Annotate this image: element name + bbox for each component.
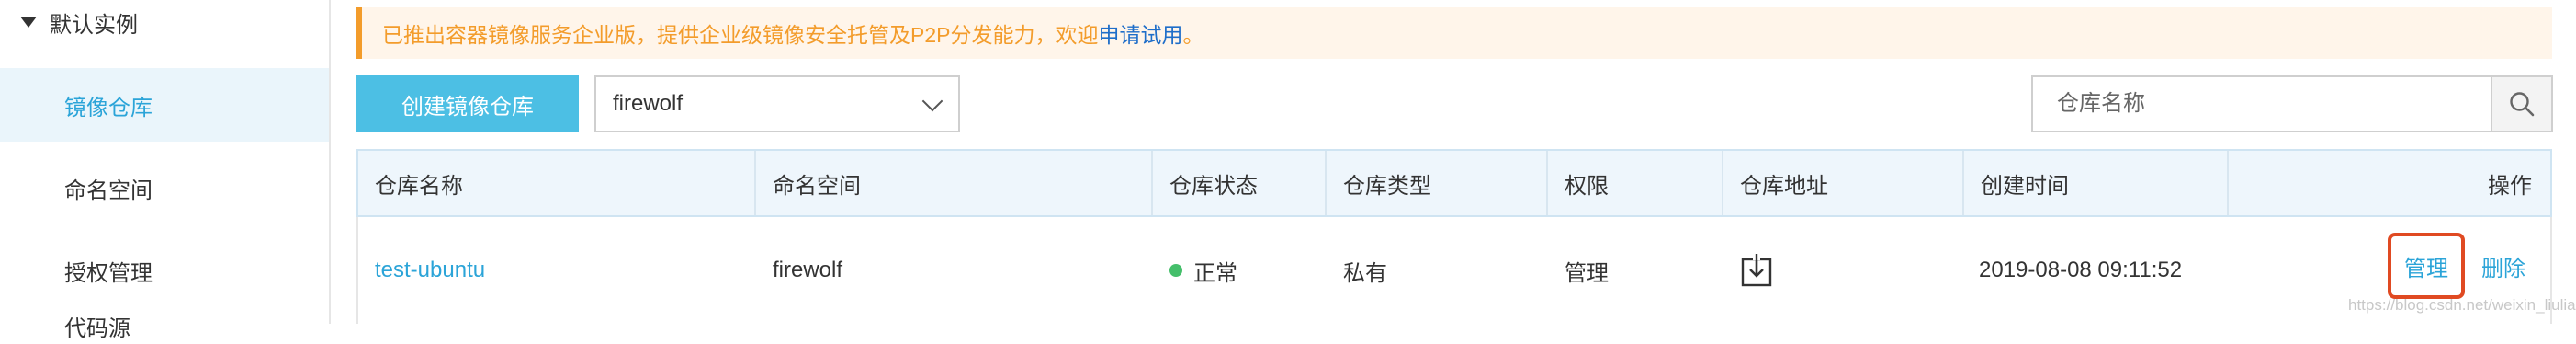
repository-table-header: 仓库名称 命名空间 仓库状态 仓库类型 权限 仓库地址 创建时间 操作: [356, 149, 2552, 217]
repo-name-link[interactable]: test-ubuntu: [375, 258, 485, 283]
repo-namespace-cell: firewolf: [773, 258, 843, 282]
sidebar-item-code-source[interactable]: 代码源: [0, 307, 329, 344]
column-header-created: 创建时间: [1964, 151, 2229, 215]
column-header-name: 仓库名称: [358, 151, 756, 215]
watermark-text: https://blog.csdn.net/weixin_liuliang: [2348, 296, 2576, 314]
repo-status-text: 正常: [1193, 260, 1237, 286]
column-header-actions: 操作: [2488, 173, 2532, 199]
table-row: test-ubuntu firewolf 正常 私有 管理 2019-08-08…: [356, 217, 2552, 324]
manage-repository-button[interactable]: 管理: [2388, 233, 2465, 299]
repository-search: [2031, 75, 2553, 132]
column-header-address: 仓库地址: [1723, 151, 1964, 215]
banner-suffix: 。: [1182, 23, 1204, 47]
repository-search-input[interactable]: [2033, 77, 2483, 131]
banner-text: 已推出容器镜像服务企业版，提供企业级镜像安全托管及P2P分发能力，欢迎: [382, 23, 1099, 47]
column-header-namespace: 命名空间: [756, 151, 1153, 215]
sidebar-item-label: 授权管理: [64, 260, 153, 286]
enterprise-notice-banner: 已推出容器镜像服务企业版，提供企业级镜像安全托管及P2P分发能力，欢迎 申请试用。: [356, 7, 2552, 59]
column-header-status: 仓库状态: [1153, 151, 1327, 215]
sidebar-item-label: 镜像仓库: [64, 95, 153, 120]
sidebar-group-label: 默认实例: [50, 12, 138, 38]
repo-status-cell: 正常: [1153, 217, 1237, 324]
repo-permission-cell: 管理: [1565, 260, 1609, 286]
repo-address-cell: [1723, 217, 1773, 324]
repo-created-cell: 2019-08-08 09:11:52: [1979, 258, 2183, 282]
column-header-type: 仓库类型: [1327, 151, 1548, 215]
apply-trial-link[interactable]: 申请试用: [1098, 17, 1182, 49]
chevron-down-icon: [921, 90, 943, 112]
delete-repository-button[interactable]: 删除: [2481, 233, 2525, 299]
column-header-permission: 权限: [1548, 151, 1723, 215]
repo-name-cell: test-ubuntu: [358, 217, 485, 324]
sidebar-item-label: 代码源: [64, 315, 130, 341]
namespace-select-value: firewolf: [613, 91, 684, 116]
sidebar-item-authorization[interactable]: 授权管理: [0, 234, 329, 307]
create-repository-button[interactable]: 创建镜像仓库: [356, 75, 579, 132]
sidebar-item-repositories[interactable]: 镜像仓库: [0, 68, 329, 142]
search-button[interactable]: [2491, 77, 2551, 131]
sidebar-item-label: 命名空间: [64, 178, 153, 203]
status-ok-icon: [1169, 264, 1182, 277]
search-icon: [2510, 92, 2535, 117]
sidebar-item-namespaces[interactable]: 命名空间: [0, 151, 329, 224]
download-address-icon[interactable]: [1740, 254, 1773, 287]
repo-type-cell: 私有: [1343, 260, 1387, 286]
namespace-select[interactable]: firewolf: [594, 75, 960, 132]
sidebar: 默认实例 镜像仓库 命名空间 授权管理 代码源: [0, 0, 331, 341]
sidebar-group-default-instance[interactable]: 默认实例: [20, 4, 138, 40]
caret-down-icon: [20, 17, 37, 28]
